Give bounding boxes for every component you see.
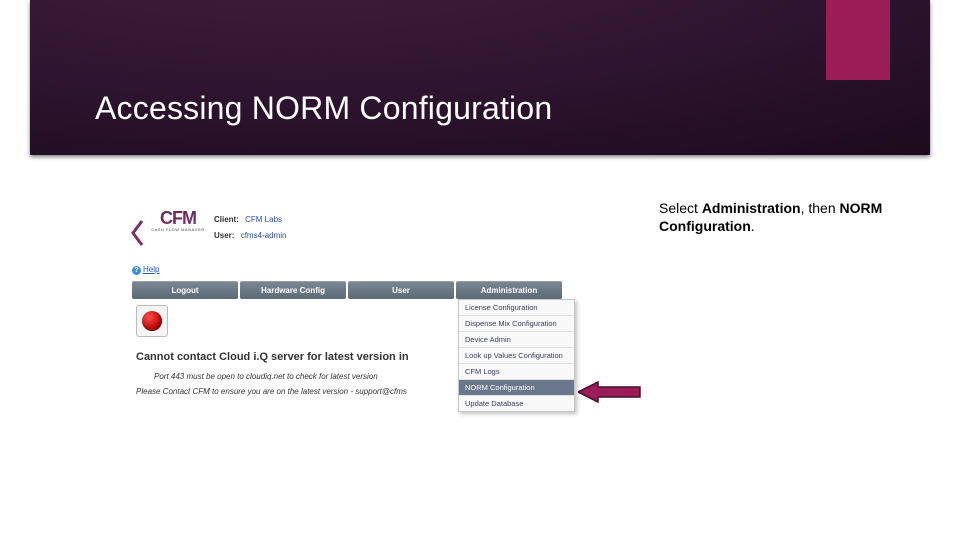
nav-hardware-config[interactable]: Hardware Config — [240, 281, 346, 299]
help-icon: ? — [132, 266, 141, 275]
menu-device-admin[interactable]: Device Admin — [459, 331, 574, 347]
slide-title-banner — [30, 0, 930, 155]
error-title: Cannot contact Cloud i.Q server for late… — [136, 351, 409, 363]
bookmark-accent — [826, 0, 890, 80]
menu-norm-configuration[interactable]: NORM Configuration — [459, 379, 574, 395]
client-label: Client: — [214, 215, 239, 224]
menu-dispense-mix-configuration[interactable]: Dispense Mix Configuration — [459, 315, 574, 331]
help-label: Help — [143, 265, 159, 274]
back-chevron-icon[interactable] — [130, 219, 144, 247]
menu-update-database[interactable]: Update Database — [459, 395, 574, 411]
logo-subtext: CASH FLOW MANAGER — [148, 227, 208, 232]
error-line1: Port 443 must be open to cloudiq.net to … — [154, 372, 378, 381]
menu-license-configuration[interactable]: License Configuration — [459, 300, 574, 315]
record-icon[interactable] — [136, 305, 168, 337]
user-label: User: — [214, 231, 234, 240]
client-row: Client: CFM Labs — [214, 215, 282, 224]
record-dot-icon — [142, 311, 162, 331]
client-value: CFM Labs — [245, 215, 282, 224]
slide-title: Accessing NORM Configuration — [95, 90, 552, 127]
nav-bar: Logout Hardware Config User Administrati… — [132, 281, 564, 299]
app-logo: CFM CASH FLOW MANAGER — [148, 208, 208, 232]
menu-lookup-values-configuration[interactable]: Look up Values Configuration — [459, 347, 574, 363]
nav-administration[interactable]: Administration — [456, 281, 562, 299]
embedded-screenshot: CFM CASH FLOW MANAGER Client: CFM Labs U… — [126, 203, 626, 473]
administration-dropdown: License Configuration Dispense Mix Confi… — [458, 299, 575, 412]
user-row: User: cfms4-admin — [214, 231, 286, 240]
nav-user[interactable]: User — [348, 281, 454, 299]
instruction-caption: Select Administration, then NORM Configu… — [659, 200, 939, 235]
caption-text-mid: , then — [801, 200, 840, 216]
caption-text-pre: Select — [659, 200, 702, 216]
logo-text: CFM — [148, 208, 208, 229]
caption-text-post: . — [751, 218, 755, 234]
error-line2: Please Contact CFM to ensure you are on … — [136, 387, 407, 396]
nav-logout[interactable]: Logout — [132, 281, 238, 299]
help-link[interactable]: ?Help — [132, 265, 159, 275]
user-value: cfms4-admin — [241, 231, 287, 240]
menu-cfm-logs[interactable]: CFM Logs — [459, 363, 574, 379]
caption-bold-administration: Administration — [702, 200, 801, 216]
